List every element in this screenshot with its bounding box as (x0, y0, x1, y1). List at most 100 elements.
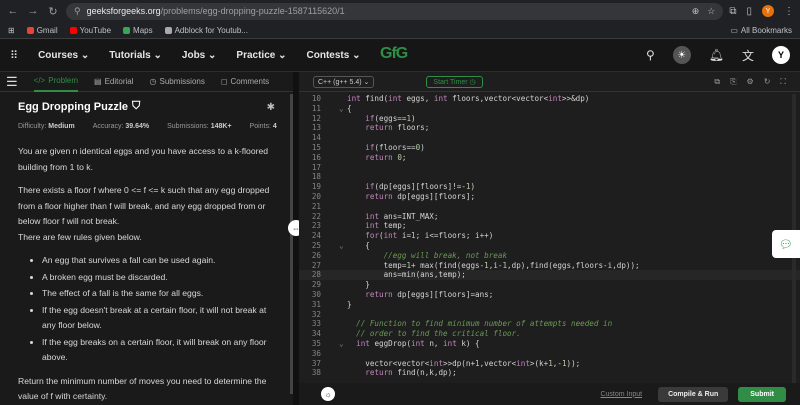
fold-gutter (339, 94, 347, 104)
line-number: 27 (311, 260, 321, 270)
custom-input-link[interactable]: Custom Input (600, 391, 642, 398)
code-line[interactable]: 10 int find(int eggs, int floors,vector<v… (299, 94, 800, 104)
rule-item: The effect of a fall is the same for all… (42, 286, 277, 302)
translate-icon[interactable]: 文 (742, 47, 754, 64)
chat-icon[interactable]: 💬︎ (772, 230, 800, 258)
code-line[interactable]: 12 if(eggs==1) (299, 114, 800, 124)
user-avatar[interactable]: Y (772, 46, 790, 64)
code-line[interactable]: 38 return find(n,k,dp); (299, 368, 800, 378)
apps-icon[interactable]: ⊞ (8, 26, 15, 35)
code-line[interactable]: 30 return dp[eggs][floors]=ans; (299, 290, 800, 300)
code-line[interactable]: 24 for(int i=1; i<=floors; i++) (299, 231, 800, 241)
theme-toggle-icon[interactable]: ☀ (672, 46, 691, 64)
code-line[interactable]: 20 return dp[eggs][floors]; (299, 192, 800, 202)
code-line[interactable]: 22 int ans=INT_MAX; (299, 212, 800, 222)
gfg-logo[interactable]: GfG (380, 45, 408, 63)
line-number: 34 (311, 329, 321, 339)
code-line[interactable]: 36 (299, 349, 800, 359)
code-line[interactable]: 27 temp=1+ max(find(eggs-1,i-1,dp),find(… (299, 261, 800, 271)
bookmark-gmail[interactable]: Gmail (26, 26, 58, 35)
code-line[interactable]: 32 (299, 310, 800, 320)
code-line[interactable]: 37 vector<vector<int>>dp(n+1,vector<int>… (299, 359, 800, 369)
menu-tutorials[interactable]: Tutorials ⌄ (109, 50, 162, 61)
line-number: 24 (311, 231, 321, 241)
back-icon[interactable]: ← (6, 5, 20, 17)
submit-button[interactable]: Submit (738, 386, 786, 402)
fold-gutter (339, 182, 347, 192)
line-number: 20 (311, 191, 321, 201)
fold-gutter (339, 202, 347, 212)
menu-contests[interactable]: Contests ⌄ (307, 50, 361, 61)
lightbulb-icon[interactable]: ☼ (321, 387, 335, 401)
compile-run-button[interactable]: Compile & Run (658, 386, 729, 402)
maps-icon (123, 26, 131, 34)
all-bookmarks[interactable]: ▭ All Bookmarks (730, 26, 792, 35)
start-timer-button[interactable]: Start Timer ◷ (426, 75, 483, 88)
code-line[interactable]: 34 // order to find the critical floor. (299, 329, 800, 339)
fullscreen-icon[interactable]: ⛶ (780, 77, 786, 87)
code-line[interactable]: 18 (299, 172, 800, 182)
code-line[interactable]: 11 ⌄{ (299, 104, 800, 114)
site-info-icon[interactable]: ⚲ (74, 6, 81, 17)
sidebar-icon[interactable]: ▯ (746, 6, 752, 17)
code-line[interactable]: 16 return 0; (299, 153, 800, 163)
bookmark-youtube[interactable]: YouTube (69, 26, 111, 35)
code-line[interactable]: 14 (299, 133, 800, 143)
extensions-icon[interactable]: ⧉ (729, 6, 736, 17)
code-line[interactable]: 29 } (299, 280, 800, 290)
code-line[interactable]: 15 if(floors==0) (299, 143, 800, 153)
fold-chevron-icon[interactable]: ⌄ (339, 104, 347, 114)
code-line[interactable]: 17 (299, 163, 800, 173)
settings-icon[interactable]: ⚙ (747, 77, 754, 87)
comment-icon: ◻ (220, 77, 228, 86)
copy-icon[interactable]: ⧉ (714, 77, 720, 87)
search-icon[interactable]: ⚲ (646, 48, 655, 62)
notification-bell-icon[interactable]: 🔔︎ (709, 48, 724, 62)
code-text: // Function to find minimum number of at… (347, 319, 613, 329)
tab-comments[interactable]: ◻ Comments (221, 77, 269, 86)
code-line[interactable]: 35 ⌄ int eggDrop(int n, int k) { (299, 339, 800, 349)
language-select[interactable]: C++ (g++ 5.4) ⌄ (313, 75, 375, 88)
code-line[interactable]: 28 ans=min(ans,temp); (299, 270, 800, 281)
reload-icon[interactable]: ↻ (46, 5, 60, 18)
bookmark-adblock[interactable]: Adblock for Youtub... (164, 26, 248, 35)
tab-problem[interactable]: </> Problem (33, 72, 79, 92)
tab-editorial[interactable]: ▤ Editorial (94, 77, 133, 86)
reset-icon[interactable]: ⎘ (730, 77, 736, 87)
zoom-icon[interactable]: ⊕ (692, 6, 700, 17)
code-line[interactable]: 13 return floors; (299, 123, 800, 133)
fold-gutter (339, 221, 347, 231)
menu-kebab-icon[interactable]: ⋮ (784, 6, 794, 17)
menu-practice[interactable]: Practice ⌄ (236, 50, 286, 61)
fold-chevron-icon[interactable]: ⌄ (339, 241, 347, 251)
history-icon: ◷ (149, 77, 157, 86)
youtube-icon (69, 26, 77, 34)
code-line[interactable]: 26 //egg will break, not break (299, 251, 800, 261)
submissions-value: 148K+ (210, 123, 232, 130)
profile-avatar[interactable]: Y (762, 5, 774, 17)
address-bar[interactable]: ⚲ geeksforgeeks.org/problems/egg-droppin… (66, 2, 724, 20)
fold-gutter (339, 290, 347, 300)
code-editor[interactable]: 10 int find(int eggs, int floors,vector<v… (299, 94, 800, 383)
code-line[interactable]: 33 // Function to find minimum number of… (299, 319, 800, 329)
refresh-icon[interactable]: ↻ (764, 77, 771, 87)
bookmark-maps[interactable]: Maps (123, 26, 153, 35)
fold-chevron-icon[interactable]: ⌄ (339, 339, 347, 349)
bookmark-icon[interactable]: ⛉ (132, 100, 140, 113)
code-text: } (347, 280, 370, 290)
code-line[interactable]: 19 if(dp[eggs][floors]!=-1) (299, 182, 800, 192)
problem-description: You are given n identical eggs and you h… (18, 144, 277, 405)
report-bug-icon[interactable]: ✱ (267, 102, 275, 113)
code-line[interactable]: 31} (299, 300, 800, 310)
line-number: 32 (311, 309, 321, 319)
bookmark-star-icon[interactable]: ☆ (707, 6, 715, 17)
code-line[interactable]: 25 ⌄ { (299, 241, 800, 251)
forward-icon[interactable]: → (26, 5, 40, 17)
menu-courses[interactable]: Courses ⌄ (38, 50, 89, 61)
menu-jobs[interactable]: Jobs ⌄ (182, 50, 217, 61)
tab-submissions[interactable]: ◷ Submissions (150, 77, 205, 86)
code-line[interactable]: 23 int temp; (299, 221, 800, 231)
code-line[interactable]: 21 (299, 202, 800, 212)
site-grid-icon[interactable]: ⠿ (10, 49, 18, 62)
hamburger-menu-icon[interactable]: ☰ (6, 74, 18, 90)
